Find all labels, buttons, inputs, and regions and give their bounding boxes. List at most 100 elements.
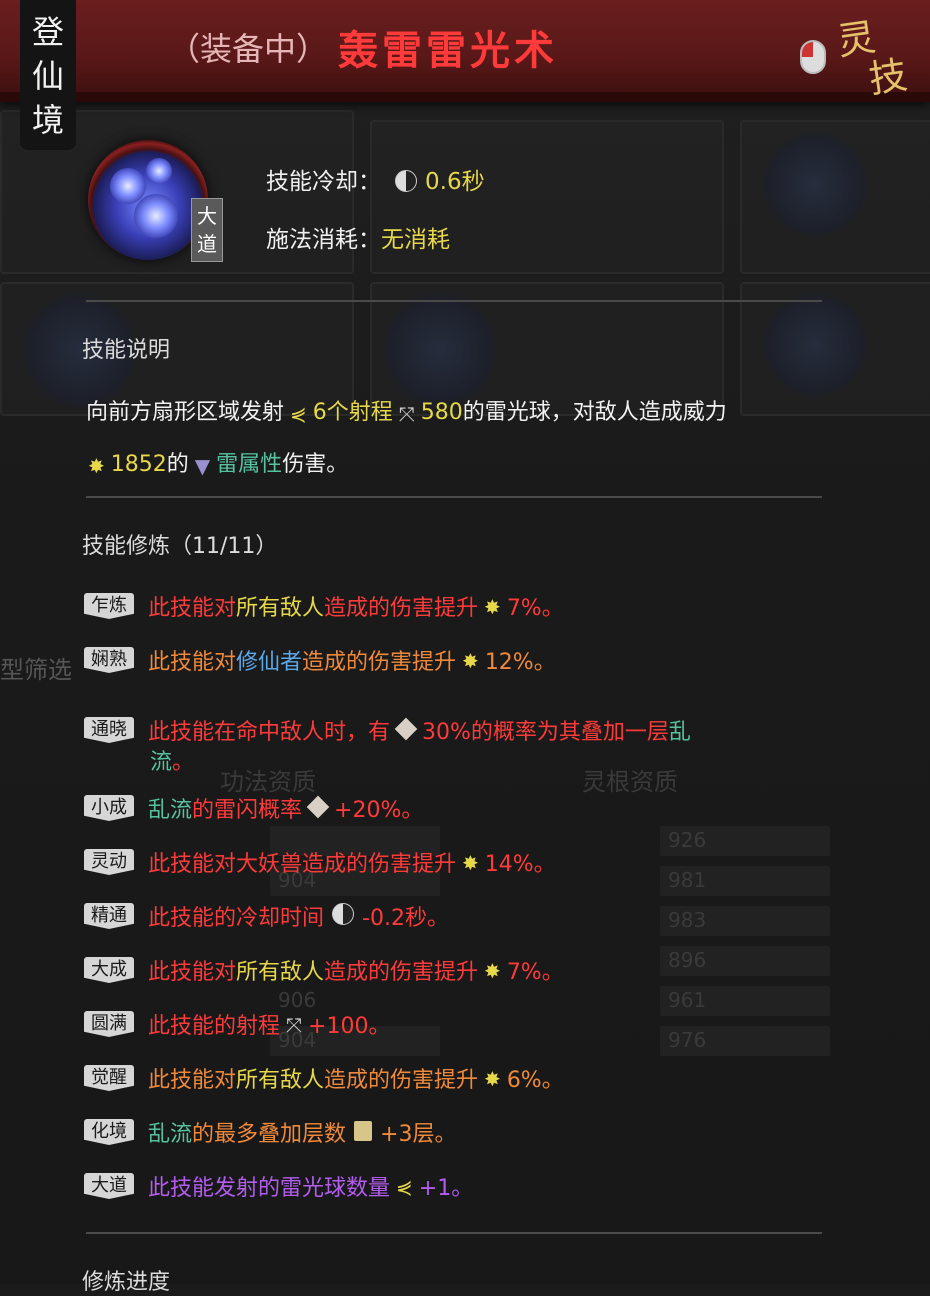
cultivation-title: 技能修炼（11/11） (82, 534, 278, 559)
description-line-2: ✸ 1852的 ▼ 雷属性伤害。 (86, 446, 348, 478)
cooldown-row: 技能冷却： 0.6秒 (266, 162, 485, 196)
tier-text: 的雷闪概率 (192, 798, 303, 823)
tier-badge: 化境 (84, 1119, 134, 1145)
projectile-icon: ⋞ (396, 1175, 413, 1199)
cooldown-icon (395, 170, 417, 192)
bg-orb (760, 130, 870, 240)
progress-title: 修炼进度 (82, 1270, 171, 1295)
tier-value: 14%。 (484, 852, 556, 877)
header-stripe (0, 92, 930, 102)
tier-text: 造成的伤害提升 (324, 1068, 479, 1093)
tier-row-3: 通晓 此技能在命中敌人时，有 30%的概率为其叠加一层乱 (84, 714, 691, 746)
tier-badge: 乍炼 (84, 593, 134, 619)
tier-text: 此技能发射的雷光球数量 (148, 1176, 391, 1201)
tier-value: -0.2秒。 (362, 906, 449, 931)
bg-value: 926 (668, 828, 707, 852)
tier-row-9: 觉醒 此技能对所有敌人造成的伤害提升 ✸ 6%。 (84, 1062, 564, 1094)
desc-range: 580 (420, 400, 463, 425)
tier-badge: 觉醒 (84, 1065, 134, 1091)
bg-value: 896 (668, 948, 707, 972)
tier-value: +1。 (418, 1176, 474, 1201)
badge-char: 道 (197, 232, 217, 256)
tier-value: +100。 (308, 1014, 391, 1039)
power-icon: ✸ (88, 454, 105, 478)
tier-badge: 圆满 (84, 1011, 134, 1037)
tier-value: 7%。 (506, 596, 564, 621)
tier-target: 乱 (668, 720, 691, 745)
tier-row-3-cont: 流。 (150, 744, 194, 776)
cooldown-label: 技能冷却： (266, 169, 381, 195)
tier-target: 修仙者 (236, 650, 303, 675)
tier-target: 所有敌人 (236, 1068, 325, 1093)
projectile-icon: ⋞ (290, 402, 307, 426)
bg-value: 961 (668, 988, 707, 1012)
bg-label-linggen: 灵根资质 (582, 768, 678, 796)
range-icon: ⤧ (286, 1013, 303, 1037)
tier-row-2: 娴熟 此技能对修仙者造成的伤害提升 ✸ 12%。 (84, 644, 556, 676)
tier-text: 的最多叠加层数 (192, 1122, 347, 1147)
divider (86, 300, 822, 302)
desc-text: 伤害。 (282, 452, 349, 477)
desc-power: 1852 (110, 452, 167, 477)
tier-value: +20%。 (334, 798, 424, 823)
tier-row-4: 小成 乱流的雷闪概率 +20%。 (84, 792, 423, 824)
description-title: 技能说明 (82, 338, 171, 363)
power-icon: ✸ (484, 959, 501, 983)
skill-icon (88, 140, 208, 260)
tier-target: 乱流 (148, 1122, 193, 1147)
tier-text: 30%的概率为其叠加一层 (422, 720, 669, 745)
bg-value: 976 (668, 1028, 707, 1052)
chance-icon (394, 717, 418, 741)
divider (86, 496, 822, 498)
bg-label-filter: 型筛选 (0, 656, 72, 684)
orb-icon (134, 194, 178, 238)
desc-text: 的 (166, 452, 189, 477)
tier-value: 12%。 (484, 650, 556, 675)
tier-badge: 大道 (84, 1173, 134, 1199)
tier-text: 。 (172, 750, 195, 775)
desc-element: 雷属性 (216, 452, 283, 477)
cooldown-icon (332, 903, 355, 925)
power-icon: ✸ (484, 1067, 501, 1091)
power-icon: ✸ (462, 649, 479, 673)
cost-label: 施法消耗： (266, 227, 381, 253)
tier-text: 此技能对大妖兽造成的伤害提升 (148, 852, 457, 877)
tier-target: 所有敌人 (236, 596, 325, 621)
bg-orb (760, 290, 870, 400)
tier-badge: 通晓 (84, 717, 134, 743)
tier-badge: 大成 (84, 957, 134, 983)
tier-text: 此技能对 (148, 1068, 237, 1093)
tier-row-10: 化境 乱流的最多叠加层数 +3层。 (84, 1116, 456, 1148)
desc-count: 6个射程 (312, 400, 393, 425)
orb-icon (146, 158, 172, 184)
dao-badge: 大 道 (191, 198, 223, 262)
desc-text: 的雷光球，对敌人造成威力 (462, 400, 727, 425)
tier-row-5: 灵动 此技能对大妖兽造成的伤害提升 ✸ 14%。 (84, 846, 556, 878)
tier-text: 此技能的射程 (148, 1014, 281, 1039)
tier-text: 造成的伤害提升 (302, 650, 457, 675)
tier-target: 所有敌人 (236, 960, 325, 985)
bg-value: 981 (668, 868, 707, 892)
tier-value: +3层。 (380, 1122, 457, 1147)
tier-target: 流 (150, 750, 173, 775)
power-icon: ✸ (462, 851, 479, 875)
equipped-tag: （装备中） (168, 30, 329, 68)
tier-text: 造成的伤害提升 (324, 596, 479, 621)
lingji-logo: 灵 技 (834, 15, 909, 102)
tier-text: 此技能在命中敌人时，有 (148, 720, 391, 745)
realm-tab[interactable]: 登 仙 境 (20, 0, 76, 150)
desc-text: 向前方扇形区域发射 (86, 400, 285, 425)
range-icon: ⤧ (398, 402, 415, 426)
badge-char: 大 (197, 204, 217, 228)
tier-row-7: 大成 此技能对所有敌人造成的伤害提升 ✸ 7%。 (84, 954, 564, 986)
chance-icon (306, 795, 330, 819)
skill-header: （装备中） 轰雷雷光术 灵 技 (0, 0, 930, 102)
tier-badge: 娴熟 (84, 647, 134, 673)
tier-badge: 精通 (84, 903, 134, 929)
tier-text: 此技能对 (148, 650, 237, 675)
cooldown-value: 0.6秒 (425, 169, 485, 195)
tier-target: 乱流 (148, 798, 193, 823)
tier-row-11: 大道 此技能发射的雷光球数量 ⋞ +1。 (84, 1170, 473, 1202)
tier-value: 7%。 (506, 960, 564, 985)
tier-badge: 灵动 (84, 849, 134, 875)
